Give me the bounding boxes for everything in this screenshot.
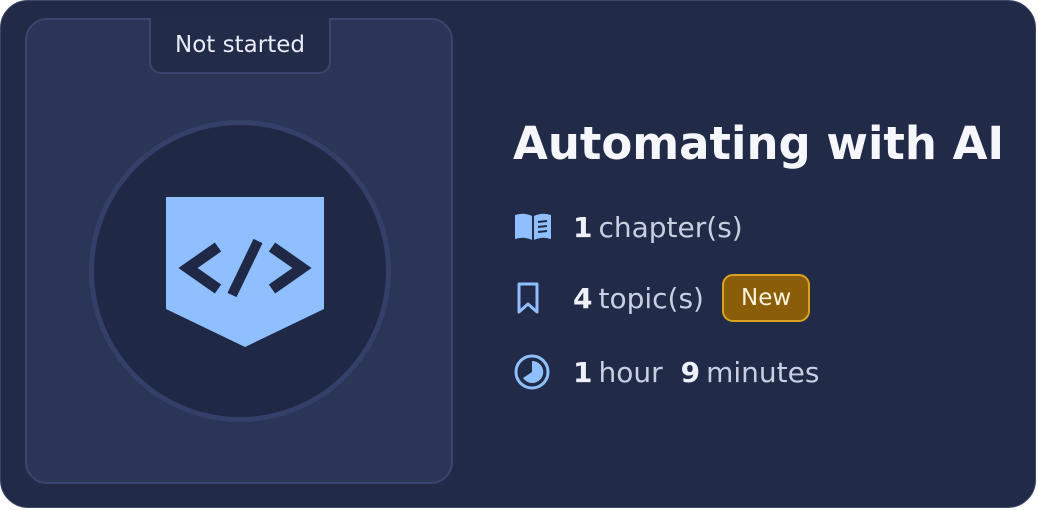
topics-row: 4 topic(s) New xyxy=(513,274,811,322)
topics-count: 4 xyxy=(573,281,593,315)
chapters-row: 1 chapter(s) xyxy=(513,206,743,248)
book-open-icon xyxy=(513,206,555,248)
minutes-label: minutes xyxy=(706,355,820,389)
chapters-count: 1 xyxy=(573,210,593,244)
minutes-count: 9 xyxy=(680,355,701,389)
course-title: Automating with AI xyxy=(513,117,1005,170)
duration-row: 1 hour 9 minutes xyxy=(513,351,819,393)
status-label: Not started xyxy=(175,32,305,58)
course-thumbnail: Not started xyxy=(25,18,453,484)
hours-label: hour xyxy=(598,355,663,389)
icon-circle xyxy=(89,120,391,422)
status-badge: Not started xyxy=(149,18,331,74)
chapters-label: chapter(s) xyxy=(598,210,743,244)
hours-count: 1 xyxy=(573,355,593,389)
course-info: Automating with AI 1 chapter(s) 4 topic(… xyxy=(513,111,1005,390)
course-card[interactable]: Not started Automating with AI 1 chapter… xyxy=(0,0,1036,508)
code-shield-icon xyxy=(166,197,324,347)
new-badge: New xyxy=(721,274,811,322)
topics-label: topic(s) xyxy=(598,281,704,315)
bookmark-icon xyxy=(513,277,555,319)
clock-icon xyxy=(513,351,555,393)
